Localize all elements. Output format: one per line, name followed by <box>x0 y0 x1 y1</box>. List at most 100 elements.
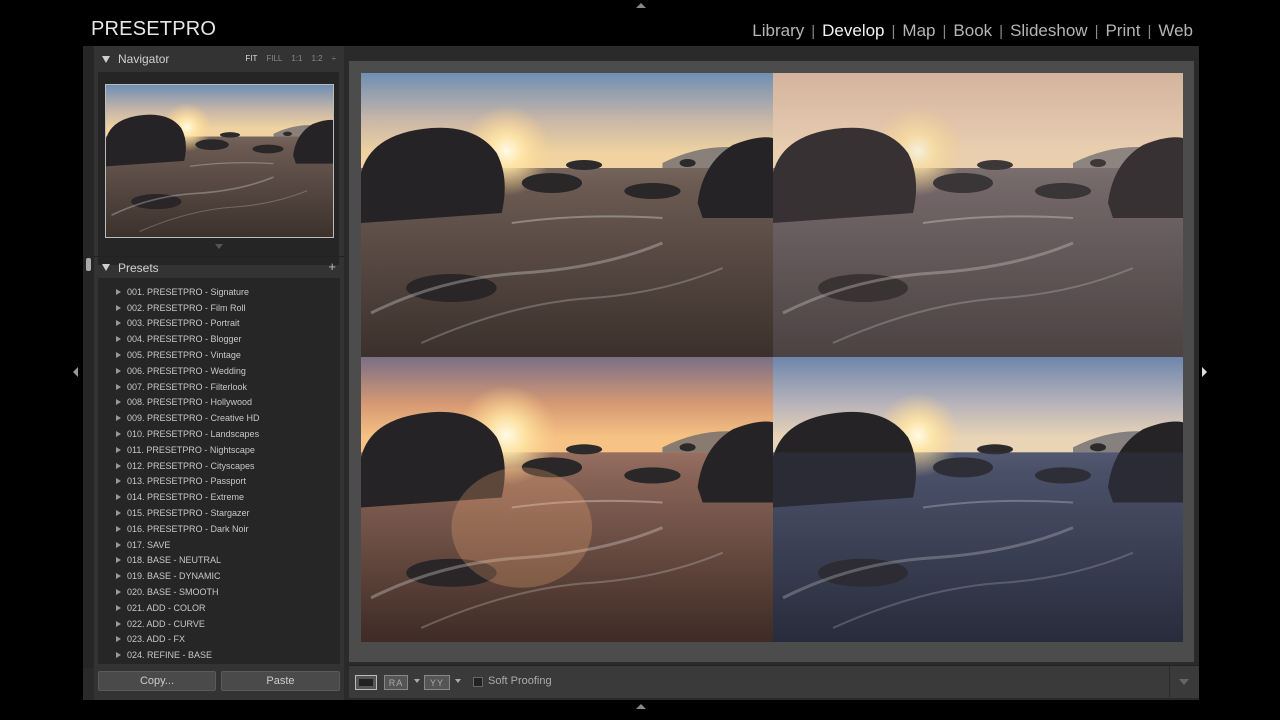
preset-folder[interactable]: 008. PRESETPRO - Hollywood <box>98 395 340 411</box>
collapse-top-panel-icon[interactable] <box>636 3 646 8</box>
survey-view-button[interactable]: YY <box>424 675 450 690</box>
navigator-preview-image <box>106 85 334 238</box>
disclosure-triangle-icon[interactable] <box>116 589 121 596</box>
disclosure-triangle-icon[interactable] <box>116 352 121 359</box>
preset-folder[interactable]: 019. BASE - DYNAMIC <box>98 568 340 584</box>
preset-folder[interactable]: 018. BASE - NEUTRAL <box>98 553 340 569</box>
disclosure-triangle-icon[interactable] <box>116 636 121 643</box>
preset-folder-label: 004. PRESETPRO - Blogger <box>127 334 242 345</box>
presets-title: Presets <box>118 260 159 275</box>
preset-folder[interactable]: 014. PRESETPRO - Extreme <box>98 489 340 505</box>
toolbar-options-menu[interactable] <box>1169 666 1199 698</box>
comparison-image-original[interactable] <box>361 73 773 357</box>
zoom-option-1-2[interactable]: 1:2 <box>311 54 322 63</box>
disclosure-triangle-icon[interactable] <box>116 415 121 422</box>
disclosure-triangle-icon[interactable] <box>102 55 110 63</box>
disclosure-triangle-icon[interactable] <box>116 510 121 517</box>
preset-folder[interactable]: 022. ADD - CURVE <box>98 616 340 632</box>
copy-button[interactable]: Copy... <box>98 671 216 691</box>
disclosure-triangle-icon[interactable] <box>116 446 121 453</box>
add-preset-icon[interactable]: + <box>328 259 336 274</box>
chevron-down-icon[interactable] <box>414 679 420 683</box>
left-panel-scrollbar[interactable] <box>83 46 94 668</box>
preset-folder[interactable]: 013. PRESETPRO - Passport <box>98 474 340 490</box>
disclosure-triangle-icon[interactable] <box>102 264 110 271</box>
preset-folder[interactable]: 024. REFINE - BASE <box>98 647 340 663</box>
preset-folder[interactable]: 005. PRESETPRO - Vintage <box>98 347 340 363</box>
comparison-image-preset-1[interactable] <box>773 73 1183 357</box>
preset-folder-label: 009. PRESETPRO - Creative HD <box>127 413 260 424</box>
disclosure-triangle-icon[interactable] <box>116 462 121 469</box>
preset-folder-label: 018. BASE - NEUTRAL <box>127 555 222 566</box>
chevron-down-icon[interactable] <box>455 679 461 683</box>
preset-folder[interactable]: 003. PRESETPRO - Portrait <box>98 316 340 332</box>
zoom-option-fill[interactable]: FILL <box>266 54 282 63</box>
preset-folder[interactable]: 023. ADD - FX <box>98 632 340 648</box>
preset-folder[interactable]: 004. PRESETPRO - Blogger <box>98 331 340 347</box>
module-book[interactable]: Book <box>946 21 999 41</box>
preset-folder[interactable]: 012. PRESETPRO - Cityscapes <box>98 458 340 474</box>
preset-folder[interactable]: 007. PRESETPRO - Filterlook <box>98 379 340 395</box>
preset-folder[interactable]: 020. BASE - SMOOTH <box>98 584 340 600</box>
disclosure-triangle-icon[interactable] <box>116 604 121 611</box>
comparison-image-preset-3[interactable] <box>773 357 1183 642</box>
navigator-title: Navigator <box>118 52 170 66</box>
preset-folder[interactable]: 009. PRESETPRO - Creative HD <box>98 410 340 426</box>
preset-folder[interactable]: 021. ADD - COLOR <box>98 600 340 616</box>
zoom-more-icon[interactable]: ÷ <box>332 54 336 63</box>
presets-header[interactable]: Presets <box>94 256 344 278</box>
disclosure-triangle-icon[interactable] <box>116 652 121 659</box>
module-library[interactable]: Library <box>745 21 811 41</box>
preset-folder[interactable]: 010. PRESETPRO - Landscapes <box>98 426 340 442</box>
disclosure-triangle-icon[interactable] <box>116 541 121 548</box>
module-picker-bar: PRESETPRO Library | Develop | Map | Book | Slide… <box>0 0 1280 46</box>
module-develop[interactable]: Develop <box>815 21 891 41</box>
disclosure-triangle-icon[interactable] <box>116 304 121 311</box>
disclosure-triangle-icon[interactable] <box>116 573 121 580</box>
zoom-option-fit[interactable]: FIT <box>245 54 257 63</box>
module-map[interactable]: Map <box>895 21 942 41</box>
disclosure-triangle-icon[interactable] <box>116 336 121 343</box>
disclosure-triangle-icon[interactable] <box>116 367 121 374</box>
comparison-image-preset-2[interactable] <box>361 357 773 642</box>
preset-folder[interactable]: 017. SAVE <box>98 537 340 553</box>
expand-right-panel-icon[interactable] <box>1202 367 1207 377</box>
collapse-bottom-panel-icon[interactable] <box>636 704 646 709</box>
disclosure-triangle-icon[interactable] <box>116 494 121 501</box>
chevron-down-icon <box>1179 679 1189 685</box>
compare-view-button[interactable]: RA <box>384 675 408 690</box>
zoom-option-1-1[interactable]: 1:1 <box>291 54 302 63</box>
beach-sunset-image <box>361 357 773 642</box>
preset-folder-label: 002. PRESETPRO - Film Roll <box>127 302 246 313</box>
collapse-left-panel-icon[interactable] <box>73 367 78 377</box>
preset-folder[interactable]: 002. PRESETPRO - Film Roll <box>98 300 340 316</box>
disclosure-triangle-icon[interactable] <box>116 320 121 327</box>
loupe-view-icon[interactable] <box>355 675 377 690</box>
disclosure-triangle-icon[interactable] <box>116 431 121 438</box>
disclosure-triangle-icon[interactable] <box>116 288 121 295</box>
scrollbar-thumb[interactable] <box>86 258 91 271</box>
navigator-preview-thumbnail[interactable] <box>105 84 334 238</box>
disclosure-triangle-icon[interactable] <box>116 383 121 390</box>
disclosure-triangle-icon[interactable] <box>116 478 121 485</box>
preset-folder-label: 019. BASE - DYNAMIC <box>127 571 221 582</box>
disclosure-triangle-icon[interactable] <box>116 525 121 532</box>
paste-button[interactable]: Paste <box>221 671 340 691</box>
preset-folder-label: 023. ADD - FX <box>127 634 186 645</box>
disclosure-triangle-icon[interactable] <box>116 399 121 406</box>
module-slideshow[interactable]: Slideshow <box>1003 21 1095 41</box>
preset-folder[interactable]: 001. PRESETPRO - Signature <box>98 284 340 300</box>
preset-folder[interactable]: 016. PRESETPRO - Dark Noir <box>98 521 340 537</box>
navigator-zoom-options: FIT FILL 1:1 1:2 ÷ <box>245 54 336 63</box>
preset-folder-label: 015. PRESETPRO - Stargazer <box>127 508 250 519</box>
preset-folder[interactable]: 011. PRESETPRO - Nightscape <box>98 442 340 458</box>
preset-folder-label: 021. ADD - COLOR <box>127 602 206 613</box>
module-web[interactable]: Web <box>1151 21 1200 41</box>
module-print[interactable]: Print <box>1098 21 1147 41</box>
disclosure-triangle-icon[interactable] <box>116 620 121 627</box>
preset-folder[interactable]: 006. PRESETPRO - Wedding <box>98 363 340 379</box>
preset-folder-label: 007. PRESETPRO - Filterlook <box>127 381 248 392</box>
soft-proofing-checkbox[interactable] <box>473 677 483 687</box>
preset-folder[interactable]: 015. PRESETPRO - Stargazer <box>98 505 340 521</box>
disclosure-triangle-icon[interactable] <box>116 557 121 564</box>
